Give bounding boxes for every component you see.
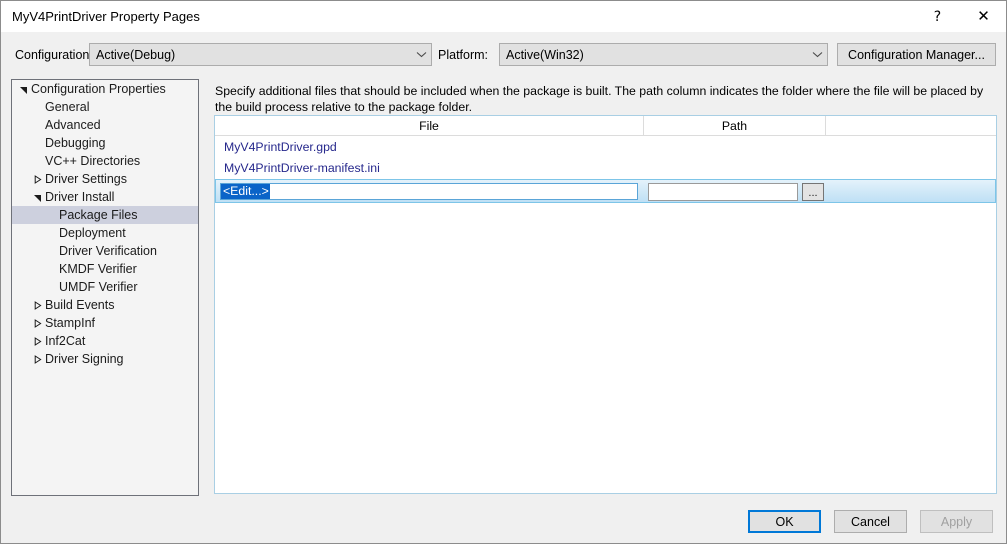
tree-item-build-events[interactable]: Build Events (12, 296, 198, 314)
package-files-list[interactable]: File Path MyV4PrintDriver.gpd MyV4PrintDr… (214, 115, 997, 494)
column-header-spacer (826, 116, 996, 135)
tree-expander-collapsed-icon[interactable] (30, 174, 44, 184)
tree-item-label: Driver Settings (45, 172, 127, 186)
tree-item-driver-settings[interactable]: Driver Settings (12, 170, 198, 188)
tree-item-driver-install[interactable]: Driver Install (12, 188, 198, 206)
table-row[interactable]: MyV4PrintDriver-manifest.ini (215, 157, 996, 178)
help-button[interactable]: ? (915, 1, 960, 32)
tree-item-kmdf-verifier[interactable]: KMDF Verifier (12, 260, 198, 278)
tree-item-vc-directories[interactable]: VC++ Directories (12, 152, 198, 170)
file-name-cell[interactable]: MyV4PrintDriver-manifest.ini (224, 161, 380, 175)
close-icon: ✕ (977, 7, 990, 25)
chevron-down-icon (807, 44, 827, 65)
property-pages-dialog: MyV4PrintDriver Property Pages ? ✕ Confi… (0, 0, 1007, 544)
list-header-row: File Path (215, 116, 996, 136)
tree-expander-expanded-icon[interactable] (30, 193, 44, 202)
configuration-manager-button[interactable]: Configuration Manager... (837, 43, 996, 66)
tree-item-debugging[interactable]: Debugging (12, 134, 198, 152)
tree-item-configuration-properties[interactable]: Configuration Properties (12, 80, 198, 98)
package-files-panel: Specify additional files that should be … (213, 79, 998, 496)
tree-item-label: Deployment (59, 226, 126, 240)
tree-item-umdf-verifier[interactable]: UMDF Verifier (12, 278, 198, 296)
path-input[interactable] (648, 183, 798, 201)
tree-item-advanced[interactable]: Advanced (12, 116, 198, 134)
tree-item-label: UMDF Verifier (59, 280, 138, 294)
close-button[interactable]: ✕ (961, 1, 1006, 32)
new-entry-edit-row[interactable]: <Edit...> ... (215, 179, 996, 203)
tree-item-label: StampInf (45, 316, 96, 330)
window-title: MyV4PrintDriver Property Pages (12, 9, 200, 24)
property-tree[interactable]: Configuration Properties General Advanced D… (11, 79, 199, 496)
cancel-button[interactable]: Cancel (834, 510, 907, 533)
tree-item-label: Build Events (45, 298, 115, 312)
tree-item-label: Driver Install (45, 190, 115, 204)
title-bar: MyV4PrintDriver Property Pages ? ✕ (1, 1, 1006, 32)
tree-item-label: KMDF Verifier (59, 262, 137, 276)
platform-dropdown[interactable]: Active(Win32) (499, 43, 828, 66)
file-name-cell[interactable]: MyV4PrintDriver.gpd (224, 140, 337, 154)
tree-expander-expanded-icon[interactable] (16, 85, 30, 94)
tree-item-inf2cat[interactable]: Inf2Cat (12, 332, 198, 350)
tree-item-driver-verification[interactable]: Driver Verification (12, 242, 198, 260)
ok-button[interactable]: OK (748, 510, 821, 533)
platform-label: Platform: (438, 48, 489, 62)
tree-item-label: VC++ Directories (45, 154, 141, 168)
question-mark-icon: ? (933, 8, 942, 25)
file-name-selected-text: <Edit...> (221, 184, 270, 199)
tree-item-label: Inf2Cat (45, 334, 86, 348)
configuration-dropdown[interactable]: Active(Debug) (89, 43, 432, 66)
column-header-file[interactable]: File (215, 116, 644, 135)
tree-item-label: General (45, 100, 90, 114)
tree-item-label: Configuration Properties (31, 82, 166, 96)
panel-description: Specify additional files that should be … (215, 84, 984, 114)
tree-item-stampinf[interactable]: StampInf (12, 314, 198, 332)
tree-item-label: Driver Verification (59, 244, 157, 258)
tree-expander-collapsed-icon[interactable] (30, 300, 44, 310)
apply-button[interactable]: Apply (920, 510, 993, 533)
tree-expander-collapsed-icon[interactable] (30, 318, 44, 328)
browse-ellipsis-button[interactable]: ... (802, 183, 824, 201)
tree-item-label: Package Files (59, 208, 138, 222)
tree-item-label: Debugging (45, 136, 106, 150)
tree-item-deployment[interactable]: Deployment (12, 224, 198, 242)
tree-expander-collapsed-icon[interactable] (30, 336, 44, 346)
tree-item-driver-signing[interactable]: Driver Signing (12, 350, 198, 368)
platform-value: Active(Win32) (506, 47, 584, 62)
chevron-down-icon (411, 44, 431, 65)
tree-item-label: Advanced (45, 118, 101, 132)
tree-expander-collapsed-icon[interactable] (30, 354, 44, 364)
tree-item-label: Driver Signing (45, 352, 124, 366)
table-row[interactable]: MyV4PrintDriver.gpd (215, 136, 996, 157)
tree-item-general[interactable]: General (12, 98, 198, 116)
configuration-label: Configuration: (15, 48, 93, 62)
file-name-input[interactable]: <Edit...> (220, 183, 638, 200)
configuration-value: Active(Debug) (96, 47, 176, 62)
tree-item-package-files[interactable]: Package Files (12, 206, 198, 224)
column-header-path[interactable]: Path (644, 116, 826, 135)
